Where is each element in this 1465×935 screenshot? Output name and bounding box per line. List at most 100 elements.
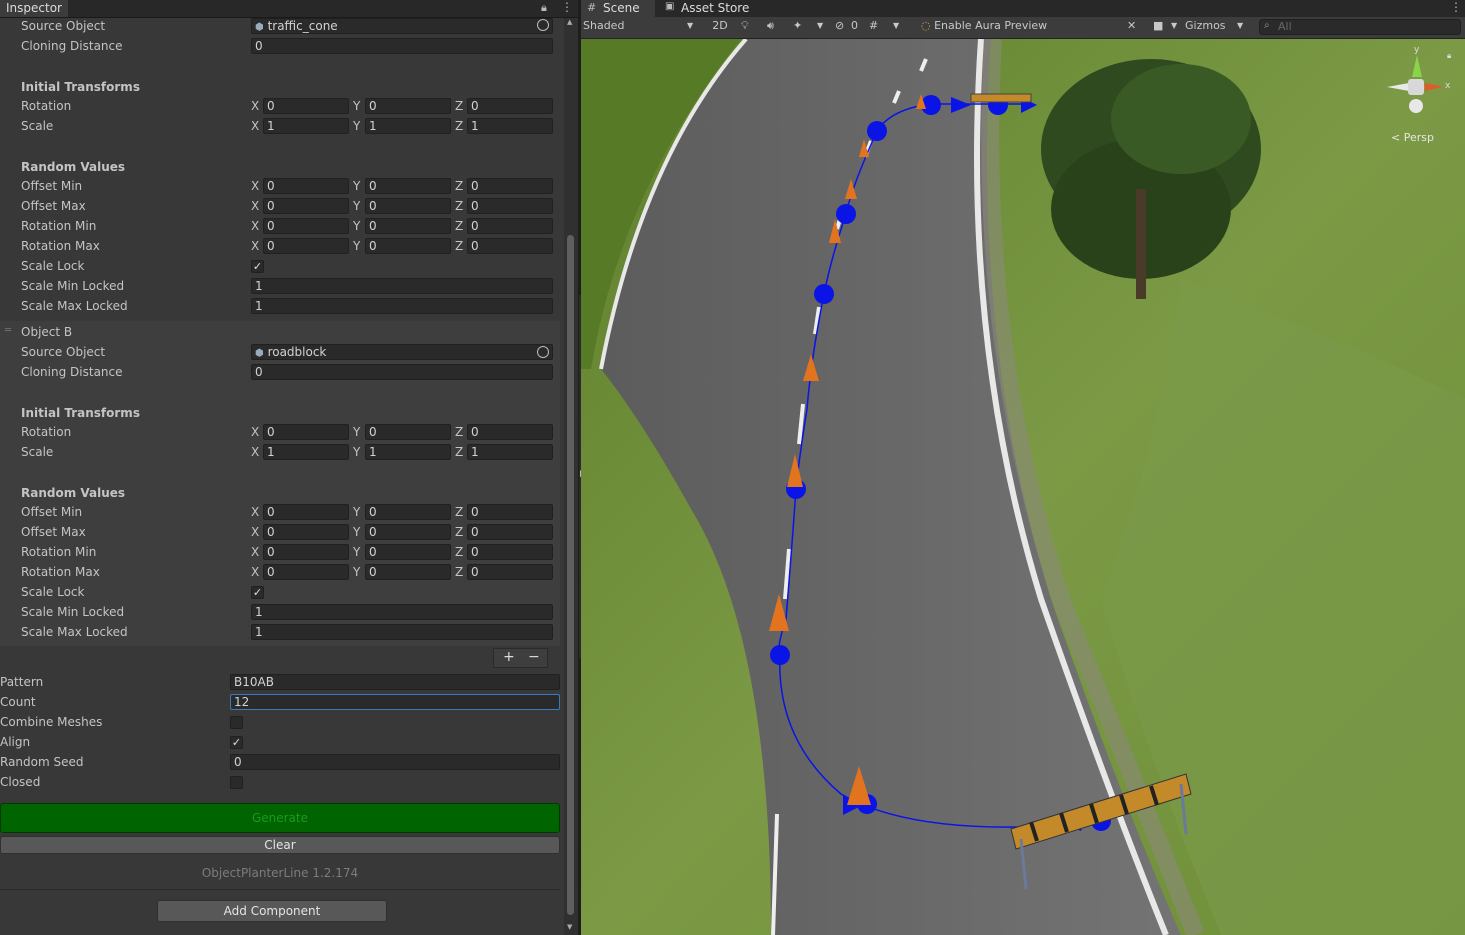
offset-min-z-field[interactable]: 0: [467, 504, 553, 520]
axis-label[interactable]: X: [251, 505, 259, 519]
lock-icon[interactable]: 🔒︎: [541, 1, 547, 15]
axis-label[interactable]: Y: [353, 525, 360, 539]
gizmo-x-arrow[interactable]: [1425, 83, 1443, 91]
source-object-a-field[interactable]: ⬢ traffic_cone: [251, 18, 553, 34]
offset-max-z-field[interactable]: 0: [467, 198, 553, 214]
axis-label[interactable]: Y: [353, 239, 360, 253]
lighting-icon[interactable]: 💡︎: [741, 17, 749, 35]
rotation-min-x-field[interactable]: 0: [263, 544, 349, 560]
rotation-min-x-field[interactable]: 0: [263, 218, 349, 234]
chevron-down-icon[interactable]: ▼: [893, 17, 899, 35]
clear-button[interactable]: Clear: [0, 836, 560, 854]
axis-label[interactable]: Z: [455, 199, 463, 213]
lock-icon[interactable]: 🔒︎: [1447, 51, 1451, 61]
axis-label[interactable]: X: [251, 99, 259, 113]
rotation-min-z-field[interactable]: 0: [467, 544, 553, 560]
chevron-down-icon[interactable]: ▼: [817, 17, 823, 35]
gizmo-y-arrow[interactable]: [1412, 55, 1422, 77]
tab-scene[interactable]: # Scene: [581, 0, 655, 17]
scene-viewport[interactable]: y x < Persp 🔒︎: [581, 39, 1465, 935]
axis-label[interactable]: Z: [455, 179, 463, 193]
pattern-field[interactable]: B10AB: [230, 674, 560, 690]
axis-label[interactable]: Y: [353, 445, 360, 459]
axis-label[interactable]: Z: [455, 525, 463, 539]
effects-icon[interactable]: ✦: [793, 17, 802, 35]
scale-min-locked-b-field[interactable]: 1: [251, 604, 553, 620]
axis-label[interactable]: Y: [353, 119, 360, 133]
scrollbar-thumb[interactable]: [567, 235, 574, 915]
scale-max-locked-b-field[interactable]: 1: [251, 624, 553, 640]
scale-x-field[interactable]: 1: [263, 118, 349, 134]
combine-meshes-checkbox[interactable]: [230, 716, 243, 729]
object-picker-icon[interactable]: [537, 19, 549, 31]
rotation-min-z-field[interactable]: 0: [467, 218, 553, 234]
list-remove-button[interactable]: −: [528, 649, 540, 665]
axis-label[interactable]: X: [251, 425, 259, 439]
rotation-z-field[interactable]: 0: [467, 424, 553, 440]
offset-min-y-field[interactable]: 0: [365, 504, 451, 520]
rotation-max-z-field[interactable]: 0: [467, 564, 553, 580]
rotation-z-field[interactable]: 0: [467, 98, 553, 114]
inspector-scrollbar[interactable]: ▲ ▼: [564, 18, 578, 935]
gizmo-center-cube[interactable]: [1408, 79, 1424, 95]
axis-label[interactable]: Y: [353, 99, 360, 113]
axis-label[interactable]: X: [251, 199, 259, 213]
source-object-b-field[interactable]: ⬢ roadblock: [251, 344, 553, 360]
scale-z-field[interactable]: 1: [467, 444, 553, 460]
aura-preview-toggle[interactable]: ◌ Enable Aura Preview: [921, 17, 1047, 35]
axis-label[interactable]: Z: [455, 565, 463, 579]
scale-lock-a-checkbox[interactable]: ✓: [251, 260, 264, 273]
shading-mode-dropdown[interactable]: Shaded ▼: [583, 17, 697, 35]
rotation-max-x-field[interactable]: 0: [263, 564, 349, 580]
align-checkbox[interactable]: ✓: [230, 736, 243, 749]
scale-lock-b-checkbox[interactable]: ✓: [251, 586, 264, 599]
scale-z-field[interactable]: 1: [467, 118, 553, 134]
axis-label[interactable]: Y: [353, 505, 360, 519]
closed-checkbox[interactable]: [230, 776, 243, 789]
scale-min-locked-a-field[interactable]: 1: [251, 278, 553, 294]
offset-min-x-field[interactable]: 0: [263, 178, 349, 194]
drag-handle-icon[interactable]: ═: [5, 325, 11, 336]
axis-label[interactable]: Y: [353, 545, 360, 559]
scale-max-locked-a-field[interactable]: 1: [251, 298, 553, 314]
rotation-max-z-field[interactable]: 0: [467, 238, 553, 254]
axis-label[interactable]: X: [251, 119, 259, 133]
grid-toggle-icon[interactable]: #: [869, 17, 878, 35]
scroll-down-icon[interactable]: ▼: [567, 923, 572, 931]
random-seed-field[interactable]: 0: [230, 754, 560, 770]
axis-label[interactable]: X: [251, 545, 259, 559]
rotation-x-field[interactable]: 0: [263, 98, 349, 114]
offset-max-y-field[interactable]: 0: [365, 198, 451, 214]
axis-label[interactable]: X: [251, 179, 259, 193]
scale-y-field[interactable]: 1: [365, 118, 451, 134]
axis-label[interactable]: Z: [455, 219, 463, 233]
offset-max-x-field[interactable]: 0: [263, 198, 349, 214]
tools-icon[interactable]: ✕: [1127, 17, 1136, 35]
hidden-objects-icon[interactable]: ⊘: [835, 17, 844, 35]
axis-label[interactable]: Z: [455, 119, 463, 133]
axis-label[interactable]: X: [251, 525, 259, 539]
axis-label[interactable]: Y: [353, 219, 360, 233]
gizmo-neg-x-arrow[interactable]: [1387, 83, 1409, 91]
scale-y-field[interactable]: 1: [365, 444, 451, 460]
chevron-down-icon[interactable]: ▼: [1171, 17, 1177, 35]
count-field[interactable]: 12: [230, 694, 560, 710]
tab-asset-store[interactable]: ▣ Asset Store: [659, 0, 759, 17]
gizmos-dropdown[interactable]: Gizmos ▼: [1185, 17, 1245, 35]
rotation-max-y-field[interactable]: 0: [365, 564, 451, 580]
scene-search-input[interactable]: ⌕ All: [1259, 19, 1461, 35]
generate-button[interactable]: Generate: [0, 803, 560, 833]
kebab-menu-icon[interactable]: ⋮: [1450, 0, 1462, 14]
scale-x-field[interactable]: 1: [263, 444, 349, 460]
add-component-button[interactable]: Add Component: [157, 900, 387, 922]
axis-label[interactable]: Y: [353, 565, 360, 579]
offset-min-z-field[interactable]: 0: [467, 178, 553, 194]
rotation-min-y-field[interactable]: 0: [365, 218, 451, 234]
cloning-distance-b-field[interactable]: 0: [251, 364, 553, 380]
audio-icon[interactable]: 🔊︎: [767, 17, 774, 35]
axis-label[interactable]: X: [251, 239, 259, 253]
offset-min-x-field[interactable]: 0: [263, 504, 349, 520]
axis-label[interactable]: Y: [353, 425, 360, 439]
axis-label[interactable]: Z: [455, 545, 463, 559]
offset-max-y-field[interactable]: 0: [365, 524, 451, 540]
